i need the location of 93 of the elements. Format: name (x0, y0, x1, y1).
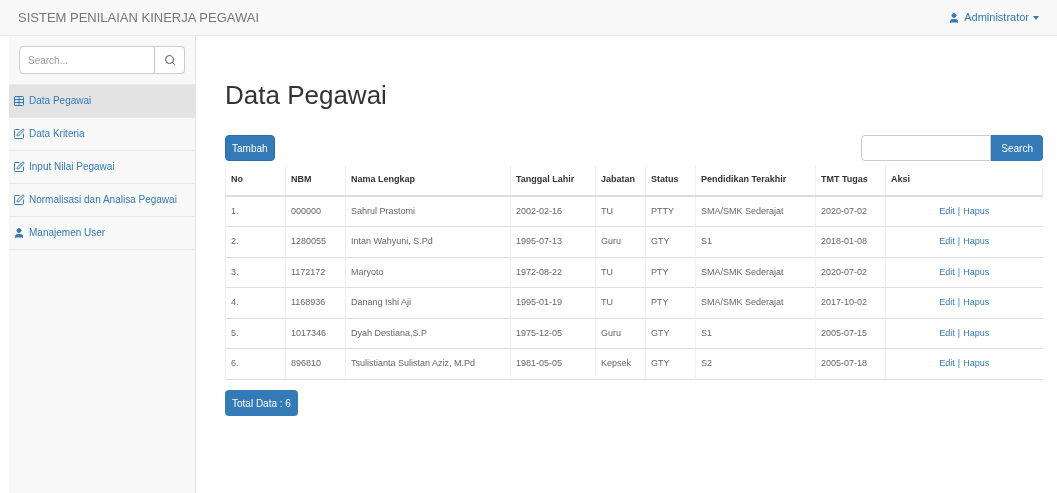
column-header: Nama Lengkap (345, 165, 511, 196)
delete-link[interactable]: Hapus (963, 358, 990, 368)
edit-link[interactable]: Edit (939, 297, 955, 307)
table-cell: Guru (595, 318, 646, 349)
delete-link[interactable]: Hapus (963, 266, 990, 277)
delete-link[interactable]: Hapus (963, 236, 990, 246)
caret-icon (1033, 15, 1039, 20)
table-cell: 6. (225, 348, 286, 379)
table-cell: 5. (225, 318, 286, 349)
column-header: NBM (285, 165, 346, 196)
table-cell: 1280055 (285, 226, 346, 257)
table-cell: S1 (695, 318, 816, 349)
column-header: Status (645, 165, 696, 196)
table-cell: TU (595, 287, 646, 318)
table-icon (13, 95, 25, 107)
table-cell: 4. (225, 287, 286, 318)
user-icon (948, 11, 961, 24)
table-cell: 2. (225, 226, 286, 257)
link-separator: | (957, 297, 961, 307)
table-cell: S2 (695, 348, 816, 379)
total-data-button[interactable]: Total Data : 6 (225, 390, 298, 416)
link-separator: | (957, 236, 961, 246)
delete-link[interactable]: Hapus (963, 297, 990, 307)
table-cell: Danang Ishi Aji (345, 287, 511, 318)
edit-link[interactable]: Edit (939, 358, 955, 368)
table-cell: 2020-07-02 (815, 257, 886, 288)
user-menu[interactable]: Administrator (948, 9, 1039, 26)
table-cell: SMA/SMK Sederajat (695, 287, 816, 318)
search-icon (163, 54, 176, 66)
table-cell: 1995-07-13 (510, 226, 596, 257)
table-cell: 2018-01-08 (815, 226, 886, 257)
table-cell: SMA/SMK Sederajat (695, 195, 816, 227)
edit-icon (13, 194, 25, 206)
sidebar-search-field[interactable]: Search... (19, 46, 155, 74)
table-cell: PTY (645, 257, 696, 288)
user-icon (13, 227, 25, 239)
table-cell: 1172172 (285, 257, 346, 288)
table-cell: Maryoto (345, 257, 511, 288)
table-cell: GTY (645, 318, 696, 349)
search-button[interactable]: Search (991, 135, 1043, 161)
column-header: TMT Tugas (815, 165, 886, 196)
edit-link[interactable]: Edit (939, 205, 955, 216)
table-cell: 000000 (285, 195, 346, 227)
table-cell: Intan Wahyuni, S.Pd (345, 226, 511, 257)
search-field[interactable] (861, 135, 992, 161)
table-cell: 1. (225, 195, 286, 227)
table-cell: 2005-07-18 (815, 348, 886, 379)
edit-link[interactable]: Edit (939, 236, 955, 246)
table-cell: TU (595, 195, 646, 227)
table-cell: Tsulistianta Sulistan Aziz, M.Pd (345, 348, 511, 379)
table-cell: 1017346 (285, 318, 346, 349)
search-button[interactable] (155, 46, 185, 74)
table-cell: 3. (225, 257, 286, 288)
link-separator: | (957, 327, 961, 338)
table-cell: GTY (645, 348, 696, 379)
table-cell: 1995-01-19 (510, 287, 596, 318)
sidebar-item[interactable]: Data Pegawai (9, 85, 195, 118)
link-separator: | (957, 266, 961, 277)
table-cell: PTY (645, 287, 696, 318)
column-header: Aksi (885, 165, 1043, 196)
table-cell: 1975-12-05 (510, 318, 596, 349)
table-cell: Kepsek (595, 348, 646, 379)
table-cell: 896810 (285, 348, 346, 379)
table-cell: 2017-10-02 (815, 287, 886, 318)
link-separator: | (957, 358, 961, 368)
page-title: Data Pegawai (225, 79, 388, 112)
table-cell: S1 (695, 226, 816, 257)
link-separator: | (957, 205, 961, 216)
table-cell: 1981-05-05 (510, 348, 596, 379)
table-cell: Guru (595, 226, 646, 257)
delete-link[interactable]: Hapus (963, 205, 990, 216)
column-header: Tanggal Lahir (510, 165, 596, 196)
edit-link[interactable]: Edit (939, 266, 955, 277)
table-cell: Sahrul Prastomi (345, 195, 511, 227)
table-cell: 2005-07-15 (815, 318, 886, 349)
edit-link[interactable]: Edit (939, 327, 955, 338)
table-cell: TU (595, 257, 646, 288)
add-button[interactable]: Tambah (225, 135, 275, 161)
brand-title[interactable]: SISTEM PENILAIAN KINERJA PEGAWAI (18, 7, 260, 28)
edit-icon (13, 128, 25, 140)
column-header: Jabatan (595, 165, 646, 196)
table-cell: PTTY (645, 195, 696, 227)
table-cell: SMA/SMK Sederajat (695, 257, 816, 288)
table-cell: 1168936 (285, 287, 346, 318)
table-cell: 2020-07-02 (815, 195, 886, 227)
table-cell: Dyah Destiana,S.P (345, 318, 511, 349)
column-header: No (225, 165, 286, 196)
delete-link[interactable]: Hapus (963, 327, 990, 338)
table-cell: 2002-02-16 (510, 195, 596, 227)
table-cell: GTY (645, 226, 696, 257)
table-cell: 1972-08-22 (510, 257, 596, 288)
edit-icon (13, 161, 25, 173)
column-header: Pendidikan Terakhir (695, 165, 816, 196)
